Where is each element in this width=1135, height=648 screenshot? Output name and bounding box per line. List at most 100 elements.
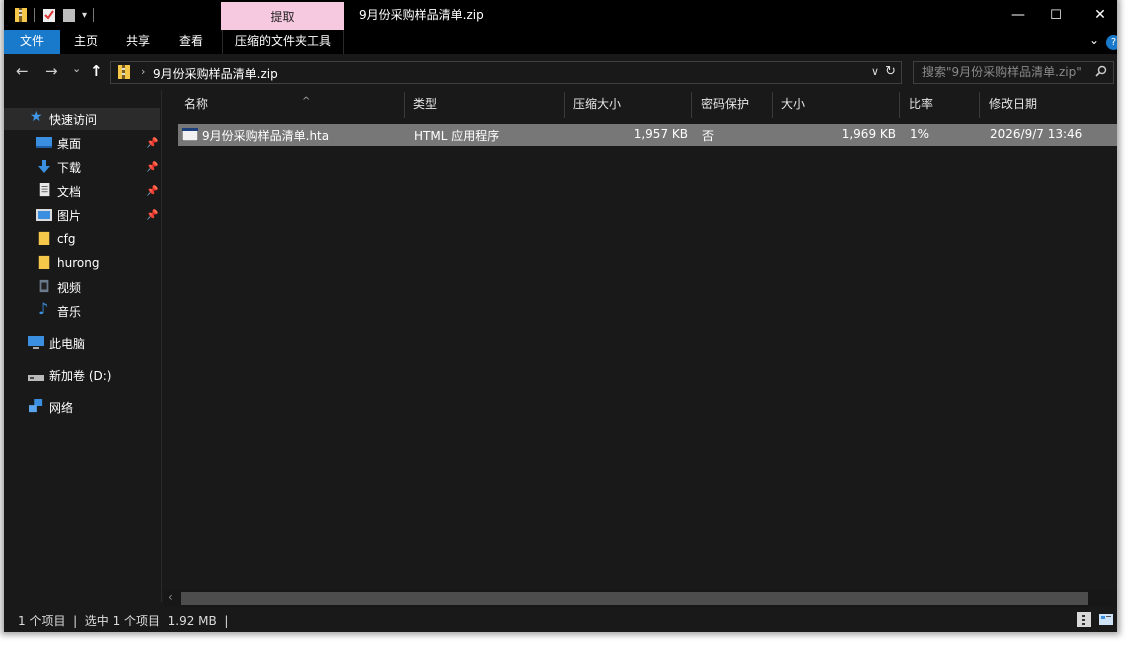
hta-file-icon — [182, 128, 198, 141]
search-icon[interactable] — [1095, 65, 1107, 77]
file-type: HTML 应用程序 — [414, 129, 500, 143]
sidebar-item-music[interactable]: ♪ 音乐 — [4, 300, 160, 322]
sidebar-item-videos[interactable]: 视频 — [4, 276, 160, 298]
column-divider[interactable] — [691, 92, 692, 118]
file-name: 9月份采购样品清单.hta — [202, 129, 330, 143]
drive-icon — [28, 375, 44, 381]
quick-access-toolbar: ▾ — [14, 0, 101, 30]
title-bar: ▾ 提取 9月份采购样品清单.zip — ☐ ✕ — [4, 0, 1117, 30]
folder-icon — [38, 255, 50, 269]
close-button[interactable]: ✕ — [1077, 0, 1117, 30]
sidebar-item-this-pc[interactable]: 此电脑 — [4, 332, 160, 354]
table-row[interactable]: 9月份采购样品清单.hta HTML 应用程序 1,957 KB 否 1,969… — [178, 124, 1117, 146]
sidebar-item-label: 网络 — [49, 400, 74, 415]
navigation-pane: ★ 快速访问 桌面 📌 下载 📌 文档 📌 图片 📌 cfg hurong 视频… — [4, 102, 160, 594]
column-divider[interactable] — [772, 92, 773, 118]
sidebar-item-desktop[interactable]: 桌面 📌 — [4, 132, 160, 154]
desktop-icon — [36, 137, 52, 148]
sidebar-item-drive-d[interactable]: 新加卷 (D:) — [4, 364, 160, 386]
toolbar-separator — [93, 8, 95, 22]
properties-icon[interactable] — [42, 7, 56, 23]
sidebar-item-cfg[interactable]: cfg — [4, 228, 160, 250]
tab-home[interactable]: 主页 — [62, 30, 110, 54]
sidebar-item-documents[interactable]: 文档 📌 — [4, 180, 160, 202]
details-view-icon[interactable] — [1077, 612, 1091, 627]
column-divider[interactable] — [404, 92, 405, 118]
status-bar: 1 个项目 | 选中 1 个项目 1.92 MB | — [4, 609, 1117, 632]
sidebar-item-network[interactable]: 网络 — [4, 396, 160, 418]
scroll-left-icon[interactable]: ‹ — [168, 590, 173, 604]
sidebar-item-label: 新加卷 (D:) — [49, 368, 112, 383]
sidebar-item-quick-access[interactable]: ★ 快速访问 — [4, 108, 160, 130]
document-icon — [39, 183, 50, 197]
sidebar-item-downloads[interactable]: 下载 📌 — [4, 156, 160, 178]
zip-folder-icon — [118, 65, 130, 79]
search-box[interactable] — [913, 61, 1114, 84]
column-header-type[interactable]: 类型 — [407, 90, 564, 118]
column-header-label: 名称 — [184, 97, 209, 111]
column-divider[interactable] — [979, 92, 980, 118]
tab-share[interactable]: 共享 — [114, 30, 162, 54]
pin-icon[interactable]: 📌 — [146, 210, 158, 221]
extract-contextual-tab[interactable]: 提取 — [221, 2, 344, 30]
column-header-name[interactable]: 名称 ^ — [178, 90, 404, 118]
status-text: 1 个项目 | 选中 1 个项目 1.92 MB | — [18, 614, 229, 628]
new-folder-icon[interactable] — [62, 7, 76, 23]
sidebar-item-label: 快速访问 — [49, 112, 98, 127]
column-header-ratio[interactable]: 比率 — [903, 90, 979, 118]
recent-locations-button[interactable]: ⌄ — [72, 61, 81, 77]
tab-file[interactable]: 文件 — [4, 30, 60, 54]
pin-icon[interactable]: 📌 — [146, 162, 158, 173]
expand-ribbon-icon[interactable]: ⌄ — [1089, 33, 1099, 47]
back-button[interactable]: ← — [16, 63, 29, 79]
scrollbar-thumb[interactable] — [181, 592, 1088, 605]
address-dropdown-icon[interactable]: ∨ — [871, 65, 879, 78]
column-header-password[interactable]: 密码保护 — [695, 90, 772, 118]
column-header-compressed-size[interactable]: 压缩大小 — [567, 90, 691, 118]
refresh-icon[interactable]: ↻ — [885, 64, 896, 79]
sidebar-item-label: hurong — [57, 256, 100, 270]
sidebar-item-hurong[interactable]: hurong — [4, 252, 160, 274]
download-icon — [38, 160, 50, 173]
up-button[interactable]: ↑ — [90, 63, 103, 79]
file-explorer-window: ▾ 提取 9月份采购样品清单.zip — ☐ ✕ 文件 主页 共享 查看 压缩的… — [4, 0, 1117, 632]
sidebar-item-label: 下载 — [57, 160, 82, 175]
column-header-modified[interactable]: 修改日期 — [983, 90, 1117, 118]
large-icons-view-icon[interactable] — [1099, 612, 1113, 627]
column-divider[interactable] — [899, 92, 900, 118]
sidebar-item-label: cfg — [57, 232, 76, 246]
network-icon — [29, 399, 43, 413]
help-icon[interactable]: ? — [1106, 35, 1117, 50]
search-input[interactable] — [922, 65, 1087, 79]
column-divider[interactable] — [564, 92, 565, 118]
column-header-size[interactable]: 大小 — [775, 90, 899, 118]
sort-ascending-icon: ^ — [302, 96, 311, 107]
ribbon-tabs: 文件 主页 共享 查看 压缩的文件夹工具 ⌄ ? — [4, 30, 1117, 54]
zip-folder-icon[interactable] — [14, 7, 28, 23]
sidebar-item-pictures[interactable]: 图片 📌 — [4, 204, 160, 226]
maximize-button[interactable]: ☐ — [1033, 0, 1079, 30]
window-title: 9月份采购样品清单.zip — [359, 8, 484, 22]
folder-icon — [38, 231, 50, 245]
customize-qat-icon[interactable]: ▾ — [82, 10, 87, 21]
tab-compressed-folder-tools[interactable]: 压缩的文件夹工具 — [222, 30, 345, 54]
pin-icon[interactable]: 📌 — [146, 138, 158, 149]
file-compressed-size: 1,957 KB — [633, 127, 688, 141]
horizontal-scrollbar[interactable]: ‹ — [164, 590, 1117, 607]
forward-button[interactable]: → — [45, 63, 58, 79]
navigation-bar: ← → ⌄ ↑ › 9月份采购样品清单.zip ∨ ↻ — [4, 54, 1117, 88]
file-list: 名称 ^ 类型 压缩大小 密码保护 大小 比率 修改日期 9月份采购样品清单.h… — [164, 90, 1117, 590]
sidebar-item-label: 桌面 — [57, 136, 82, 151]
breadcrumb-chevron-icon[interactable]: › — [141, 65, 145, 78]
pin-icon[interactable]: 📌 — [146, 186, 158, 197]
sidebar-item-label: 此电脑 — [49, 336, 86, 351]
sidebar-item-label: 视频 — [57, 280, 82, 295]
sidebar-item-label: 文档 — [57, 184, 82, 199]
tab-view[interactable]: 查看 — [167, 30, 215, 54]
breadcrumb-current[interactable]: 9月份采购样品清单.zip — [153, 65, 278, 82]
sidebar-item-label: 音乐 — [57, 304, 82, 319]
pictures-icon — [36, 209, 52, 221]
music-icon: ♪ — [38, 299, 49, 318]
pane-divider[interactable] — [161, 90, 162, 602]
address-bar[interactable]: › 9月份采购样品清单.zip ∨ ↻ — [110, 61, 902, 84]
